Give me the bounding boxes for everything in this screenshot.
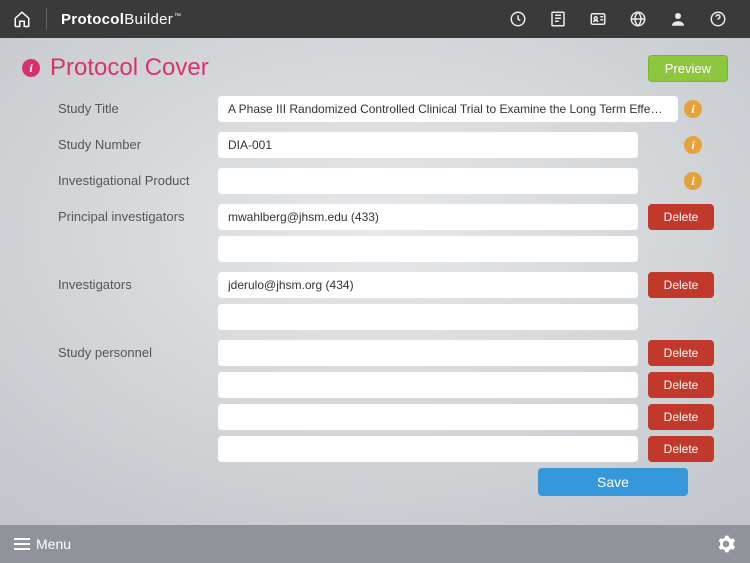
page-title: Protocol Cover	[50, 54, 209, 82]
row-study-title: Study Title A Phase III Randomized Contr…	[58, 96, 728, 122]
row-personnel: Study personnel Delete	[58, 340, 728, 366]
label-study-number: Study Number	[58, 132, 218, 152]
delete-button[interactable]: Delete	[648, 272, 714, 298]
row-personnel: Delete	[58, 372, 728, 398]
delete-button[interactable]: Delete	[648, 436, 714, 462]
info-icon[interactable]: i	[684, 172, 702, 190]
app-logo: ProtocolBuilder™	[61, 11, 181, 28]
row-pi: Principal investigators mwahlberg@jhsm.e…	[58, 204, 728, 230]
row-personnel: Delete	[58, 404, 728, 430]
label-pi: Principal investigators	[58, 204, 218, 224]
info-icon[interactable]: i	[684, 100, 702, 118]
personnel-input[interactable]	[218, 372, 638, 398]
title-bar: i Protocol Cover Preview	[22, 54, 728, 82]
inv-input-empty[interactable]	[218, 304, 638, 330]
inv-input[interactable]: jderulo@jhsm.org (434)	[218, 272, 638, 298]
label-study-title: Study Title	[58, 96, 218, 116]
globe-icon[interactable]	[624, 5, 652, 33]
main-content: i Protocol Cover Preview Study Title A P…	[0, 38, 750, 525]
row-personnel: Delete	[58, 436, 728, 462]
info-icon[interactable]: i	[684, 136, 702, 154]
divider	[46, 8, 47, 30]
row-inv-extra	[58, 304, 728, 330]
user-icon[interactable]	[664, 5, 692, 33]
save-button[interactable]: Save	[538, 468, 688, 496]
delete-button[interactable]: Delete	[648, 204, 714, 230]
pi-input[interactable]: mwahlberg@jhsm.edu (433)	[218, 204, 638, 230]
pi-input-empty[interactable]	[218, 236, 638, 262]
row-inv: Investigators jderulo@jhsm.org (434) Del…	[58, 272, 728, 298]
contact-icon[interactable]	[584, 5, 612, 33]
study-title-input[interactable]: A Phase III Randomized Controlled Clinic…	[218, 96, 678, 122]
row-pi-extra	[58, 236, 728, 262]
delete-button[interactable]: Delete	[648, 340, 714, 366]
personnel-input[interactable]	[218, 340, 638, 366]
row-study-number: Study Number DIA-001 i	[58, 132, 728, 158]
page-info-icon[interactable]: i	[22, 59, 40, 77]
personnel-input[interactable]	[218, 404, 638, 430]
personnel-input[interactable]	[218, 436, 638, 462]
menu-label: Menu	[36, 536, 71, 552]
top-bar: ProtocolBuilder™	[0, 0, 750, 38]
history-icon[interactable]	[504, 5, 532, 33]
library-icon[interactable]	[544, 5, 572, 33]
bottom-bar: Menu	[0, 525, 750, 563]
menu-button[interactable]: Menu	[14, 536, 71, 552]
help-icon[interactable]	[704, 5, 732, 33]
home-icon[interactable]	[12, 9, 32, 29]
form: Study Title A Phase III Randomized Contr…	[22, 96, 728, 496]
label-product: Investigational Product	[58, 168, 218, 188]
label-personnel: Study personnel	[58, 340, 218, 360]
delete-button[interactable]: Delete	[648, 404, 714, 430]
study-number-input[interactable]: DIA-001	[218, 132, 638, 158]
delete-button[interactable]: Delete	[648, 372, 714, 398]
hamburger-icon	[14, 538, 30, 550]
preview-button[interactable]: Preview	[648, 55, 728, 82]
row-product: Investigational Product i	[58, 168, 728, 194]
settings-icon[interactable]	[716, 534, 736, 554]
product-input[interactable]	[218, 168, 638, 194]
label-inv: Investigators	[58, 272, 218, 292]
